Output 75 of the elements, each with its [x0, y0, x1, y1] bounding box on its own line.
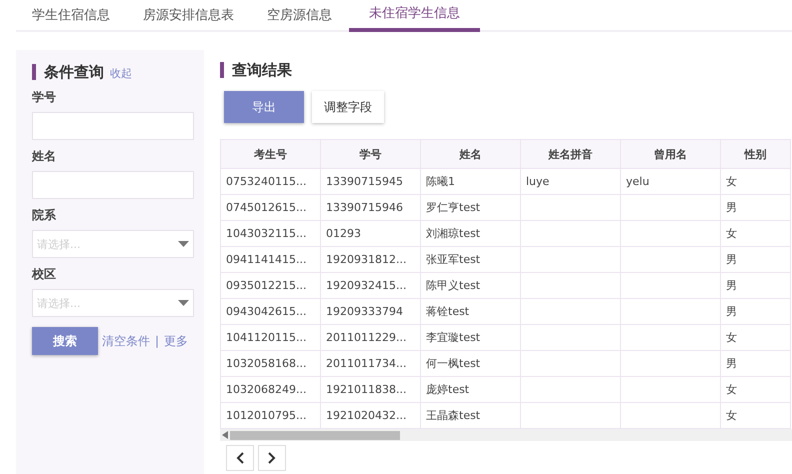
field-label: 院系 [32, 207, 57, 224]
chevron-right-icon [268, 452, 276, 464]
more-link[interactable]: 更多 [164, 332, 188, 350]
table-cell: 01293 [326, 227, 361, 240]
table-cell: 何一枫test [426, 357, 480, 370]
table-cell: 王晶森test [426, 409, 480, 422]
table-cell: 1921011838... [326, 383, 406, 396]
column-header: 学号 [320, 140, 420, 168]
table-cell: 2011011229... [326, 331, 406, 344]
table-cell: 13390715946 [326, 201, 403, 214]
table-cell: luye [526, 175, 550, 188]
column-header: 考生号 [220, 140, 320, 168]
previous-page-button[interactable] [226, 445, 254, 471]
table-cell: 女 [726, 383, 737, 396]
table-cell: 0941141415... [226, 253, 306, 266]
separator: | [154, 334, 160, 348]
table-cell: 19209333794 [326, 305, 403, 318]
horizontal-scrollbar[interactable] [220, 429, 792, 441]
column-header: 姓名拼音 [520, 140, 620, 168]
table-cell: 0745012615... [226, 201, 306, 214]
tab[interactable]: 学生住宿信息 [16, 0, 126, 32]
table-cell: yelu [626, 175, 650, 188]
next-page-button[interactable] [258, 445, 286, 471]
table-cell: 1043032115... [226, 227, 306, 240]
chevron-left-icon [236, 452, 244, 464]
table-cell: 0753240115... [226, 175, 306, 188]
table-cell: 0935012215... [226, 279, 306, 292]
table-cell: 女 [726, 331, 737, 344]
table-cell: 1012010795... [226, 409, 306, 422]
table-cell: 庞婷test [426, 383, 470, 396]
clear-link[interactable]: 清空条件 [102, 332, 150, 350]
table-cell: 陈曦1 [426, 175, 455, 188]
table-cell: 男 [726, 201, 737, 214]
dropdown-caret-icon [178, 241, 189, 247]
table-cell: 1041120115... [226, 331, 306, 344]
scroll-left-icon[interactable] [222, 431, 228, 439]
table-cell: 张亚军test [426, 253, 480, 266]
table-cell: 1032058168... [226, 357, 306, 370]
section-title: 查询结果 [220, 62, 292, 78]
table-cell: 男 [726, 305, 737, 318]
table-cell: 1920931812... [326, 253, 406, 266]
input-field[interactable] [32, 171, 194, 199]
table-cell: 女 [726, 175, 737, 188]
table-cell: 男 [726, 357, 737, 370]
collapse-link[interactable]: 收起 [110, 66, 132, 81]
table-cell: 男 [726, 279, 737, 292]
table-cell: 陈甲义test [426, 279, 480, 292]
column-header: 姓名 [420, 140, 520, 168]
tab[interactable]: 空房源信息 [251, 0, 348, 32]
tab[interactable]: 房源安排信息表 [127, 0, 250, 32]
panel-title: 条件查询 [32, 64, 104, 80]
field-label: 校区 [32, 266, 57, 283]
table-cell: 刘湘琼test [426, 227, 480, 240]
column-header: 曾用名 [620, 140, 720, 168]
adjust-fields-button[interactable]: 调整字段 [312, 91, 384, 123]
table-cell: 1920932415... [326, 279, 406, 292]
table-cell: 罗仁亨test [426, 201, 480, 214]
table-cell: 李宜璇test [426, 331, 480, 344]
search-button[interactable]: 搜索 [32, 327, 98, 355]
table-cell: 女 [726, 409, 737, 422]
tab[interactable]: 未住宿学生信息 [349, 0, 480, 32]
dropdown-caret-icon [178, 300, 189, 306]
input-field[interactable] [32, 112, 194, 140]
column-header: 性别 [720, 140, 790, 168]
field-label: 姓名 [32, 148, 57, 165]
table-cell: 女 [726, 227, 737, 240]
table-cell: 1032068249... [226, 383, 306, 396]
table-cell: 0943042615... [226, 305, 306, 318]
table-cell: 蒋铨test [426, 305, 470, 318]
table-cell: 男 [726, 253, 737, 266]
table-cell: 2011011734... [326, 357, 406, 370]
export-button[interactable]: 导出 [224, 91, 304, 123]
field-label: 学号 [32, 89, 57, 106]
table-cell: 13390715945 [326, 175, 403, 188]
table-cell: 1921020432... [326, 409, 406, 422]
